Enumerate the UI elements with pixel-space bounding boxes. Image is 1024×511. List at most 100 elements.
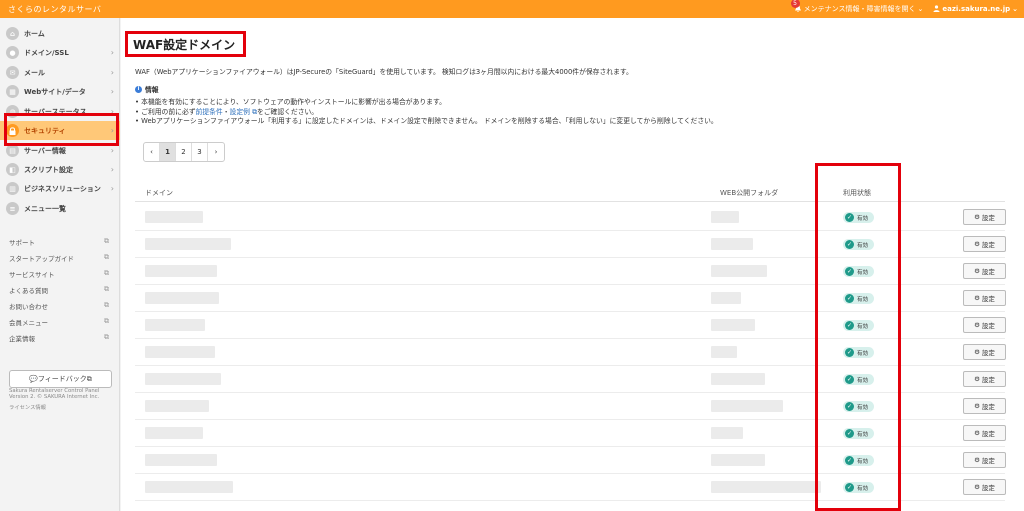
link-service-site[interactable]: サービスサイト xyxy=(9,269,55,279)
domain-name-redacted xyxy=(145,292,219,304)
info-heading: i 情報 xyxy=(135,84,159,94)
gear-icon: ⚙ xyxy=(974,375,980,383)
notification-badge: 5 xyxy=(790,0,800,8)
link-faq[interactable]: よくある質問 xyxy=(9,285,48,295)
settings-label: 設定 xyxy=(981,484,995,492)
web-folder-redacted xyxy=(711,265,767,277)
web-folder-redacted xyxy=(711,400,783,412)
pagination: ‹ 1 2 3 › xyxy=(143,142,225,162)
settings-label: 設定 xyxy=(981,376,995,384)
link-company-info[interactable]: 企業情報 xyxy=(9,333,35,343)
sidebar-item-web[interactable]: ▦ Webサイト/データ › xyxy=(0,82,120,101)
web-folder-redacted xyxy=(711,211,739,223)
settings-button[interactable]: ⚙ 設定 xyxy=(963,317,1006,333)
pagination-page-2[interactable]: 2 xyxy=(176,143,192,161)
maintenance-notice-label: メンテナンス情報・障害情報を開く xyxy=(803,5,916,13)
info-line-3: • Webアプリケーションファイアウォール「利用する」に設定したドメインは、ドメ… xyxy=(135,117,718,125)
external-link-icon: ⧉ xyxy=(104,269,109,277)
chevron-right-icon: › xyxy=(110,48,114,57)
domain-name-redacted xyxy=(145,238,231,250)
settings-label: 設定 xyxy=(981,349,995,357)
info-text: Webアプリケーションファイアウォール「利用する」に設定したドメインは、ドメイン… xyxy=(141,117,718,125)
chevron-right-icon: › xyxy=(110,146,114,155)
settings-label: 設定 xyxy=(981,322,995,330)
domain-name-redacted xyxy=(145,454,217,466)
settings-button[interactable]: ⚙ 設定 xyxy=(963,263,1006,279)
external-link-icon: ⧉ xyxy=(104,237,109,245)
sidebar-item-label: サーバー情報 xyxy=(24,146,66,155)
link-support[interactable]: サポート xyxy=(9,237,35,247)
settings-button[interactable]: ⚙ 設定 xyxy=(963,209,1006,225)
web-folder-redacted xyxy=(711,319,755,331)
user-menu[interactable]: eazi.sakura.ne.jp ⌄ xyxy=(933,4,1018,14)
sidebar-item-label: ドメイン/SSL xyxy=(24,48,69,57)
settings-button[interactable]: ⚙ 設定 xyxy=(963,344,1006,360)
user-name: eazi.sakura.ne.jp xyxy=(942,5,1011,13)
info-icon: i xyxy=(135,85,142,93)
gear-icon: ⚙ xyxy=(974,456,980,464)
domain-name-redacted xyxy=(145,481,233,493)
chevron-right-icon: › xyxy=(110,87,114,96)
web-icon: ▦ xyxy=(6,85,19,98)
sidebar-item-label: ビジネスソリューション xyxy=(24,184,101,193)
pagination-page-3[interactable]: 3 xyxy=(192,143,208,161)
pagination-prev[interactable]: ‹ xyxy=(144,143,160,161)
bell-icon: 5 xyxy=(790,0,802,13)
settings-button[interactable]: ⚙ 設定 xyxy=(963,398,1006,414)
settings-button[interactable]: ⚙ 設定 xyxy=(963,479,1006,495)
pagination-page-1[interactable]: 1 xyxy=(160,143,176,161)
link-member-menu[interactable]: 会員メニュー xyxy=(9,317,48,327)
settings-button[interactable]: ⚙ 設定 xyxy=(963,452,1006,468)
sidebar-item-domain[interactable]: ● ドメイン/SSL › xyxy=(0,43,120,62)
column-header-domain: ドメイン xyxy=(145,189,173,197)
main-content: WAF設定ドメイン WAF（Webアプリケーションファイアウォール）はJP-Se… xyxy=(121,18,1024,511)
sidebar-item-label: スクリプト設定 xyxy=(24,165,73,174)
business-icon: ▥ xyxy=(6,182,19,195)
sidebar: ⌂ ホーム ● ドメイン/SSL › ✉ メール › ▦ Webサイト/データ … xyxy=(0,18,120,511)
domain-name-redacted xyxy=(145,319,205,331)
external-link-icon: ⧉ xyxy=(104,285,109,293)
feedback-button[interactable]: 💬 フィードバック ⧉ xyxy=(9,370,112,388)
sidebar-item-label: メール xyxy=(24,68,45,77)
maintenance-notice-button[interactable]: 5 メンテナンス情報・障害情報を開く ⌄ xyxy=(790,0,923,14)
gear-icon: ⚙ xyxy=(974,348,980,356)
security-highlight-box xyxy=(4,113,119,146)
sidebar-item-mail[interactable]: ✉ メール › xyxy=(0,63,120,82)
settings-button[interactable]: ⚙ 設定 xyxy=(963,425,1006,441)
sidebar-item-label: Webサイト/データ xyxy=(24,87,86,96)
sidebar-item-business[interactable]: ▥ ビジネスソリューション › xyxy=(0,179,120,198)
domain-name-redacted xyxy=(145,400,209,412)
user-icon xyxy=(933,4,940,14)
chat-icon: 💬 xyxy=(29,375,38,383)
web-folder-redacted xyxy=(711,292,741,304)
gear-icon: ⚙ xyxy=(974,213,980,221)
domain-name-redacted xyxy=(145,265,217,277)
settings-label: 設定 xyxy=(981,268,995,276)
settings-label: 設定 xyxy=(981,241,995,249)
sidebar-item-menu-list[interactable]: ≡ メニュー一覧 xyxy=(0,199,120,218)
domain-name-redacted xyxy=(145,346,215,358)
gear-icon: ⚙ xyxy=(974,402,980,410)
chevron-right-icon: › xyxy=(110,165,114,174)
gear-icon: ⚙ xyxy=(974,240,980,248)
pagination-next[interactable]: › xyxy=(208,143,224,161)
external-link-icon: ⧉ xyxy=(104,333,109,341)
info-title: 情報 xyxy=(145,86,159,94)
gear-icon: ⚙ xyxy=(974,267,980,275)
chevron-right-icon: › xyxy=(110,184,114,193)
brand-logo[interactable]: さくらのレンタルサーバ xyxy=(0,4,101,15)
settings-label: 設定 xyxy=(981,457,995,465)
web-folder-redacted xyxy=(711,346,737,358)
sidebar-item-script[interactable]: ◧ スクリプト設定 › xyxy=(0,160,120,179)
info-text: 本機能を有効にすることにより、ソフトウェアの動作やインストールに影響が出る場合が… xyxy=(141,98,446,106)
settings-button[interactable]: ⚙ 設定 xyxy=(963,290,1006,306)
sidebar-item-label: ホーム xyxy=(24,29,45,38)
link-contact[interactable]: お問い合わせ xyxy=(9,301,48,311)
license-link[interactable]: ライセンス情報 xyxy=(9,405,46,411)
link-startup-guide[interactable]: スタートアップガイド xyxy=(9,253,74,263)
external-link-icon: ⧉ xyxy=(104,301,109,309)
top-bar: さくらのレンタルサーバ 5 メンテナンス情報・障害情報を開く ⌄ eazi.sa… xyxy=(0,0,1024,18)
sidebar-item-home[interactable]: ⌂ ホーム xyxy=(0,24,120,43)
settings-button[interactable]: ⚙ 設定 xyxy=(963,236,1006,252)
settings-button[interactable]: ⚙ 設定 xyxy=(963,371,1006,387)
